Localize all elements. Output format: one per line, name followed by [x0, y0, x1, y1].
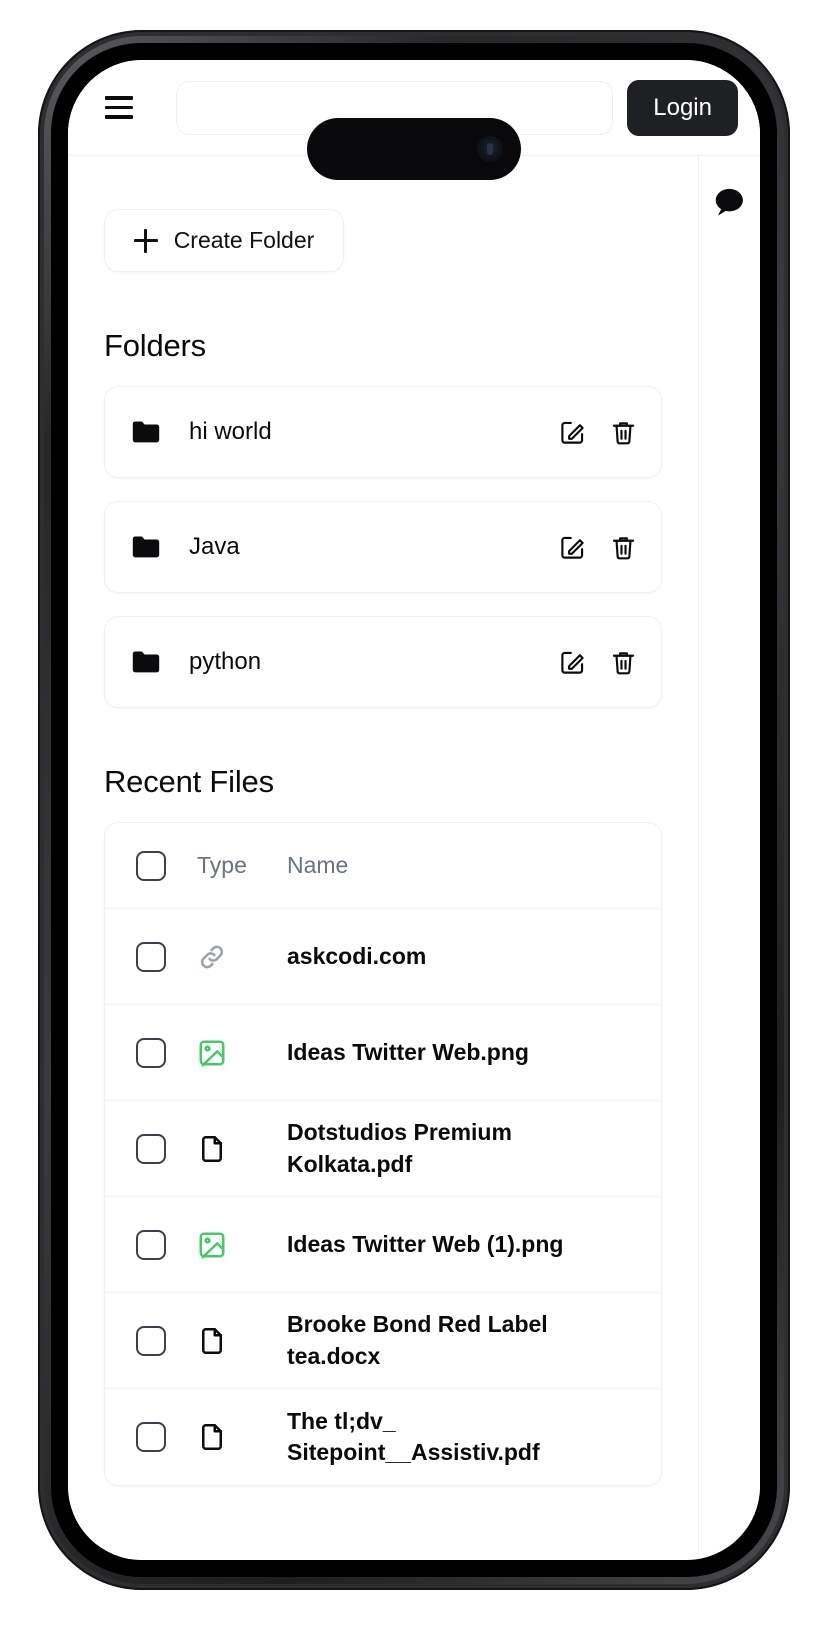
- name-column-header: Name: [287, 852, 661, 879]
- edit-square-icon[interactable]: [559, 534, 586, 561]
- chat-bubble-icon[interactable]: [710, 184, 748, 222]
- table-header-row: Type Name: [105, 823, 661, 909]
- hamburger-line: [105, 105, 133, 110]
- link-icon: [200, 945, 224, 968]
- front-camera-icon: [477, 136, 503, 162]
- recent-files-table: Type Name askcodi.com Ideas Twitter Web.…: [104, 822, 662, 1486]
- edit-square-icon[interactable]: [559, 419, 586, 446]
- name-header-label: Name: [287, 852, 349, 878]
- file-name: Brooke Bond Red Label tea.docx: [287, 1311, 548, 1369]
- document-icon: [202, 1135, 222, 1162]
- select-all-checkbox[interactable]: [136, 850, 166, 881]
- file-name-cell: Ideas Twitter Web.png: [287, 1037, 661, 1069]
- main-content: Create Folder Folders hi world Java pyth…: [68, 156, 698, 1560]
- file-name: askcodi.com: [287, 942, 427, 969]
- plus-icon: [133, 228, 158, 253]
- row-select-cell: [105, 1133, 197, 1164]
- create-folder-label: Create Folder: [173, 227, 315, 253]
- file-type-cell: [197, 1422, 287, 1452]
- table-row[interactable]: askcodi.com: [105, 909, 661, 1005]
- type-column-header: Type: [197, 852, 287, 879]
- hamburger-menu-icon[interactable]: [96, 85, 142, 131]
- row-checkbox[interactable]: [136, 1037, 166, 1068]
- file-name-cell: The tl;dv_ Sitepoint__Assistiv.pdf: [287, 1406, 661, 1469]
- folder-row[interactable]: hi world: [104, 386, 662, 478]
- row-select-cell: [105, 1325, 197, 1356]
- folder-name: python: [189, 648, 262, 675]
- file-name-cell: Dotstudios Premium Kolkata.pdf: [287, 1117, 661, 1180]
- row-checkbox[interactable]: [136, 941, 166, 972]
- select-all-cell: [105, 850, 197, 881]
- recent-files-heading: Recent Files: [104, 764, 274, 799]
- file-type-cell: [197, 1326, 287, 1356]
- dynamic-island: [307, 118, 521, 180]
- folder-name: hi world: [189, 418, 272, 445]
- row-checkbox[interactable]: [136, 1229, 166, 1260]
- file-type-cell: [197, 1038, 287, 1068]
- file-type-cell: [197, 942, 287, 972]
- folder-row[interactable]: Java: [104, 501, 662, 593]
- create-folder-button[interactable]: Create Folder: [104, 209, 344, 272]
- trash-icon[interactable]: [610, 419, 637, 446]
- file-name: Dotstudios Premium Kolkata.pdf: [287, 1119, 512, 1177]
- file-name: The tl;dv_ Sitepoint__Assistiv.pdf: [287, 1407, 540, 1466]
- phone-body: Login Create Folder Folders hi world Jav…: [38, 30, 790, 1590]
- row-select-cell: [105, 1422, 197, 1452]
- file-name-cell: askcodi.com: [287, 941, 661, 973]
- right-sidebar: [698, 156, 760, 1560]
- folder-icon: [132, 651, 160, 673]
- trash-icon[interactable]: [610, 649, 637, 676]
- phone-screen: Login Create Folder Folders hi world Jav…: [68, 60, 760, 1560]
- hamburger-line: [105, 96, 133, 100]
- row-checkbox[interactable]: [136, 1325, 166, 1356]
- folders-heading: Folders: [104, 328, 206, 363]
- image-icon: [199, 1232, 225, 1258]
- table-row[interactable]: Brooke Bond Red Label tea.docx: [105, 1293, 661, 1389]
- folder-row-actions: [559, 649, 637, 676]
- file-type-cell: [197, 1230, 287, 1260]
- folder-name: Java: [189, 533, 240, 560]
- file-name-cell: Ideas Twitter Web (1).png: [287, 1229, 661, 1261]
- row-checkbox[interactable]: [136, 1133, 166, 1164]
- file-name-cell: Brooke Bond Red Label tea.docx: [287, 1309, 661, 1372]
- table-row[interactable]: Ideas Twitter Web.png: [105, 1005, 661, 1101]
- folder-row-actions: [559, 534, 637, 561]
- type-header-label: Type: [197, 852, 247, 878]
- row-select-cell: [105, 1229, 197, 1260]
- row-checkbox[interactable]: [136, 1422, 166, 1452]
- folder-icon: [132, 536, 160, 558]
- folder-row-actions: [559, 419, 637, 446]
- row-select-cell: [105, 1037, 197, 1068]
- document-icon: [202, 1424, 222, 1450]
- trash-icon[interactable]: [610, 534, 637, 561]
- file-type-cell: [197, 1134, 287, 1164]
- table-row[interactable]: Dotstudios Premium Kolkata.pdf: [105, 1101, 661, 1197]
- document-icon: [202, 1327, 222, 1354]
- file-name: Ideas Twitter Web (1).png: [287, 1230, 564, 1257]
- login-button[interactable]: Login: [627, 79, 738, 136]
- hamburger-line: [105, 115, 133, 119]
- folder-row[interactable]: python: [104, 616, 662, 708]
- table-row[interactable]: Ideas Twitter Web (1).png: [105, 1197, 661, 1293]
- image-icon: [199, 1040, 225, 1066]
- file-name: Ideas Twitter Web.png: [287, 1038, 529, 1065]
- table-row[interactable]: The tl;dv_ Sitepoint__Assistiv.pdf: [105, 1389, 661, 1485]
- row-select-cell: [105, 941, 197, 972]
- edit-square-icon[interactable]: [559, 649, 586, 676]
- folder-icon: [132, 421, 160, 443]
- device-frame: Login Create Folder Folders hi world Jav…: [0, 0, 828, 1631]
